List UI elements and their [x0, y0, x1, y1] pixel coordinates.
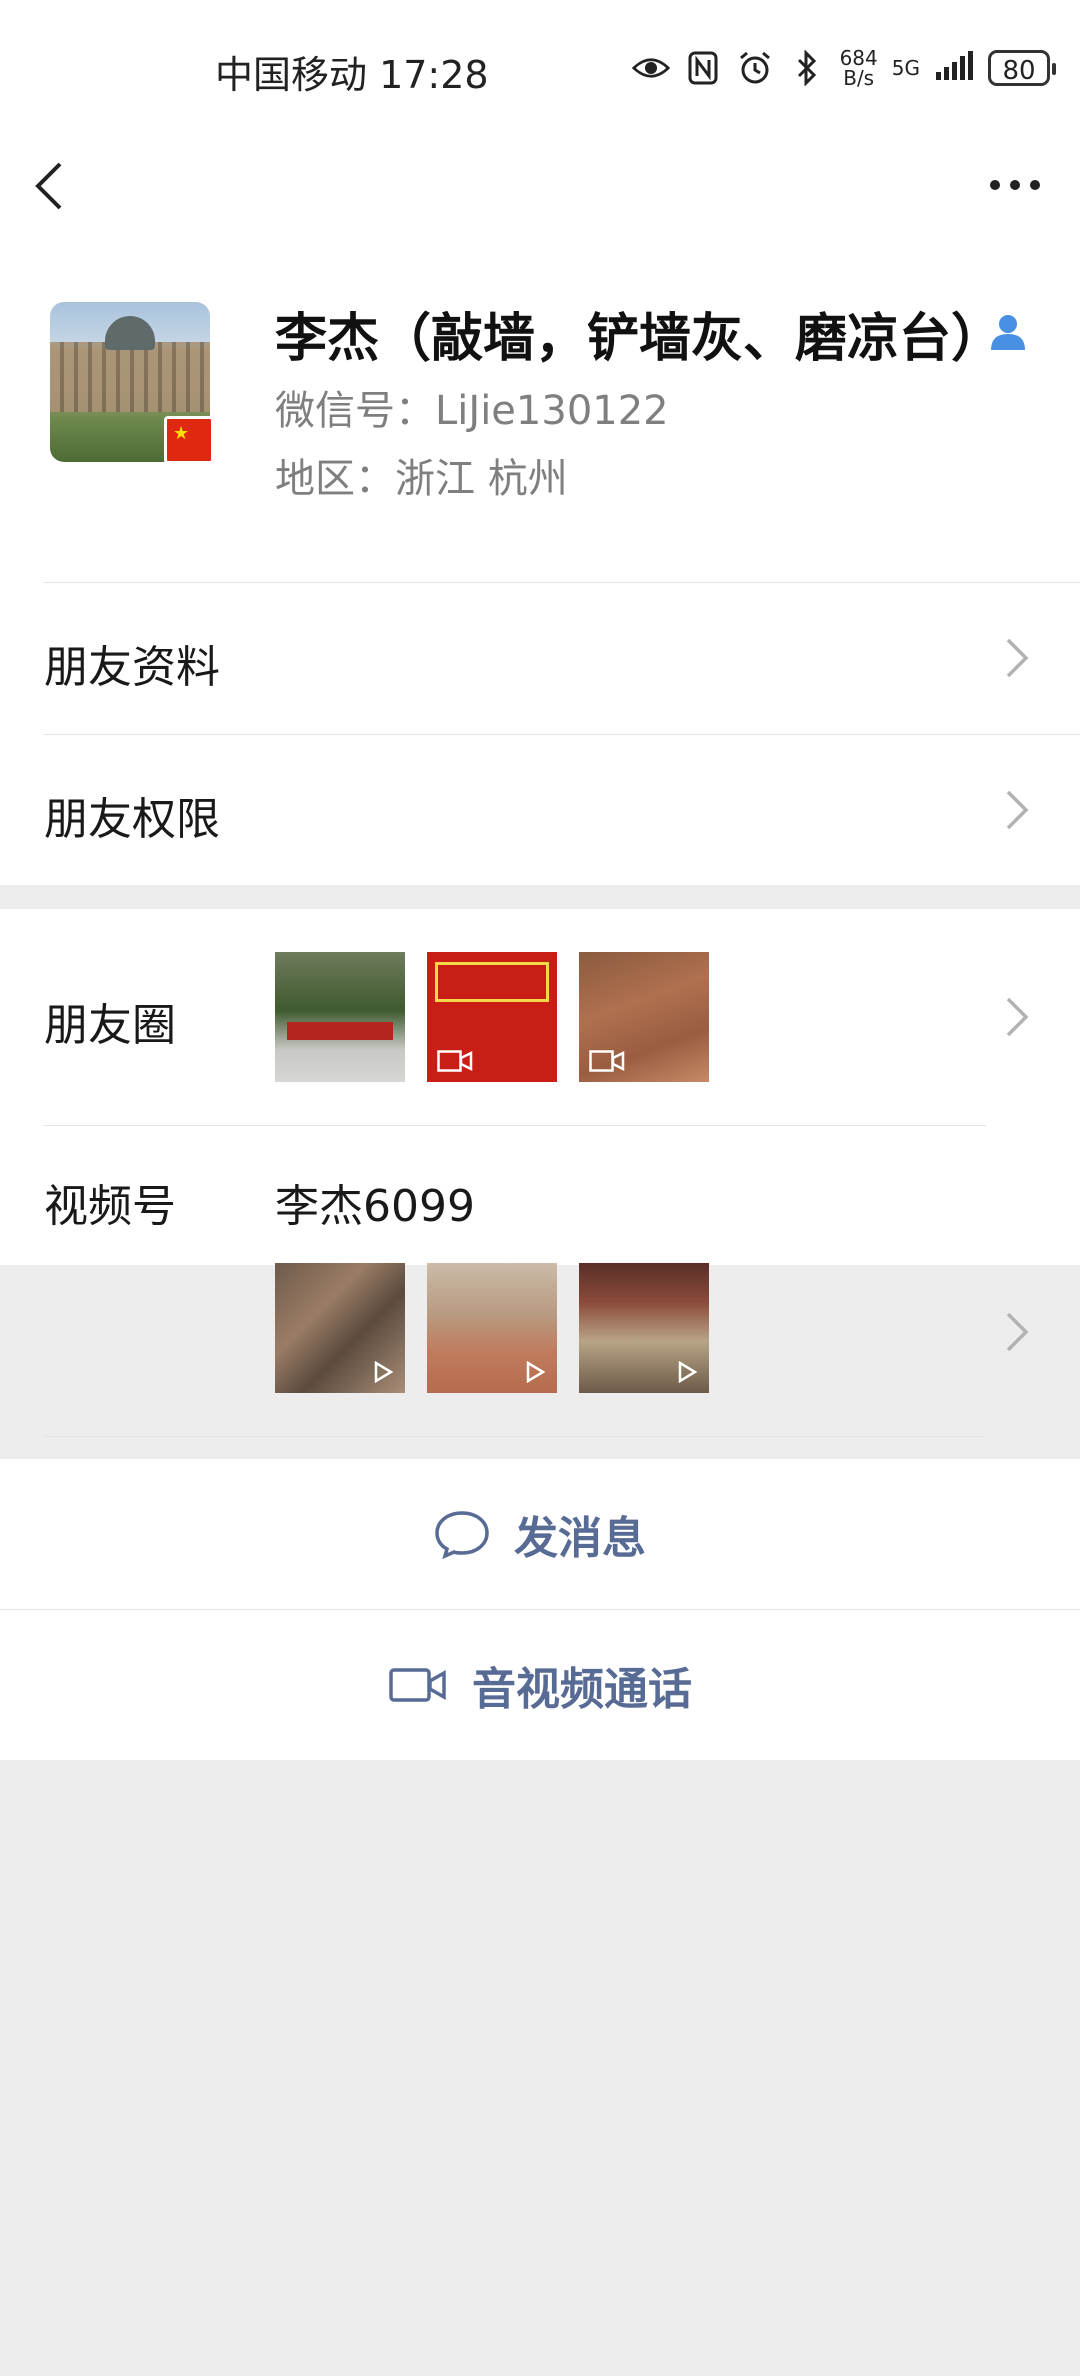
nfc-icon — [684, 49, 722, 87]
net-speed-value: 684 — [839, 46, 878, 70]
contact-person-icon — [988, 312, 1028, 352]
moments-thumbnail — [579, 952, 709, 1082]
chat-bubble-icon — [435, 1511, 489, 1559]
moments-row[interactable]: 朋友圈 — [0, 909, 1080, 1125]
signal-icon — [934, 50, 974, 86]
friend-info-label: 朋友资料 — [44, 642, 220, 693]
net-speed: 684 B/s — [840, 48, 878, 88]
moments-thumbnail — [427, 952, 557, 1082]
chevron-right-icon — [1006, 1312, 1029, 1352]
friend-permissions-row[interactable]: 朋友权限 — [0, 735, 1080, 885]
channels-row[interactable]: 视频号 李杰6099 — [0, 1126, 1080, 1436]
video-call-label: 音视频通话 — [472, 1664, 692, 1715]
eye-icon — [631, 49, 670, 87]
channel-thumbnail — [427, 1263, 557, 1393]
moments-thumbnail — [275, 952, 405, 1082]
play-icon — [678, 1361, 697, 1383]
channels-name: 李杰6099 — [275, 1181, 475, 1232]
section-gap — [0, 885, 1080, 909]
contact-name: 李杰（敲墙，铲墙灰、磨凉台） — [275, 309, 1004, 369]
thumb-sign — [435, 962, 549, 1002]
avatar-dome — [105, 316, 155, 350]
china-flag-icon: ★ — [164, 416, 214, 464]
chevron-left-icon — [35, 162, 62, 210]
section-gap — [0, 1437, 1080, 1459]
chevron-right-icon — [1006, 997, 1029, 1037]
more-button[interactable] — [980, 165, 1050, 215]
channels-label: 视频号 — [44, 1181, 176, 1232]
channel-thumbnail — [579, 1263, 709, 1393]
moments-label: 朋友圈 — [44, 1000, 176, 1051]
alarm-icon — [736, 49, 774, 87]
battery-indicator: 80 — [988, 50, 1056, 86]
play-icon — [374, 1361, 393, 1383]
network-type: 5G — [891, 56, 920, 80]
video-icon — [589, 1050, 625, 1072]
region: 地区：浙江 杭州 — [275, 456, 568, 502]
status-icons: 684 B/s 5G 80 — [631, 44, 1056, 92]
video-call-button[interactable]: 音视频通话 — [0, 1610, 1080, 1760]
friend-permissions-label: 朋友权限 — [44, 794, 220, 845]
send-message-button[interactable]: 发消息 — [0, 1459, 1080, 1609]
channel-thumbnail — [275, 1263, 405, 1393]
video-icon — [437, 1050, 473, 1072]
friend-info-row[interactable]: 朋友资料 — [0, 583, 1080, 733]
thumb-banner — [287, 1022, 393, 1040]
status-bar: 中国移动 17:28 684 B/s 5G 80 — [0, 0, 1080, 140]
bluetooth-icon — [788, 49, 826, 87]
avatar-building — [50, 342, 210, 412]
video-camera-icon — [389, 1668, 446, 1702]
send-message-label: 发消息 — [514, 1513, 646, 1564]
play-icon — [526, 1361, 545, 1383]
chevron-right-icon — [1006, 638, 1029, 678]
wechat-id: 微信号：LiJie130122 — [275, 388, 669, 434]
carrier-time: 中国移动 17:28 — [215, 53, 489, 97]
more-dots-icon — [990, 180, 1040, 190]
back-button[interactable] — [30, 158, 80, 218]
net-speed-unit: B/s — [843, 66, 875, 90]
chevron-right-icon — [1006, 790, 1029, 830]
